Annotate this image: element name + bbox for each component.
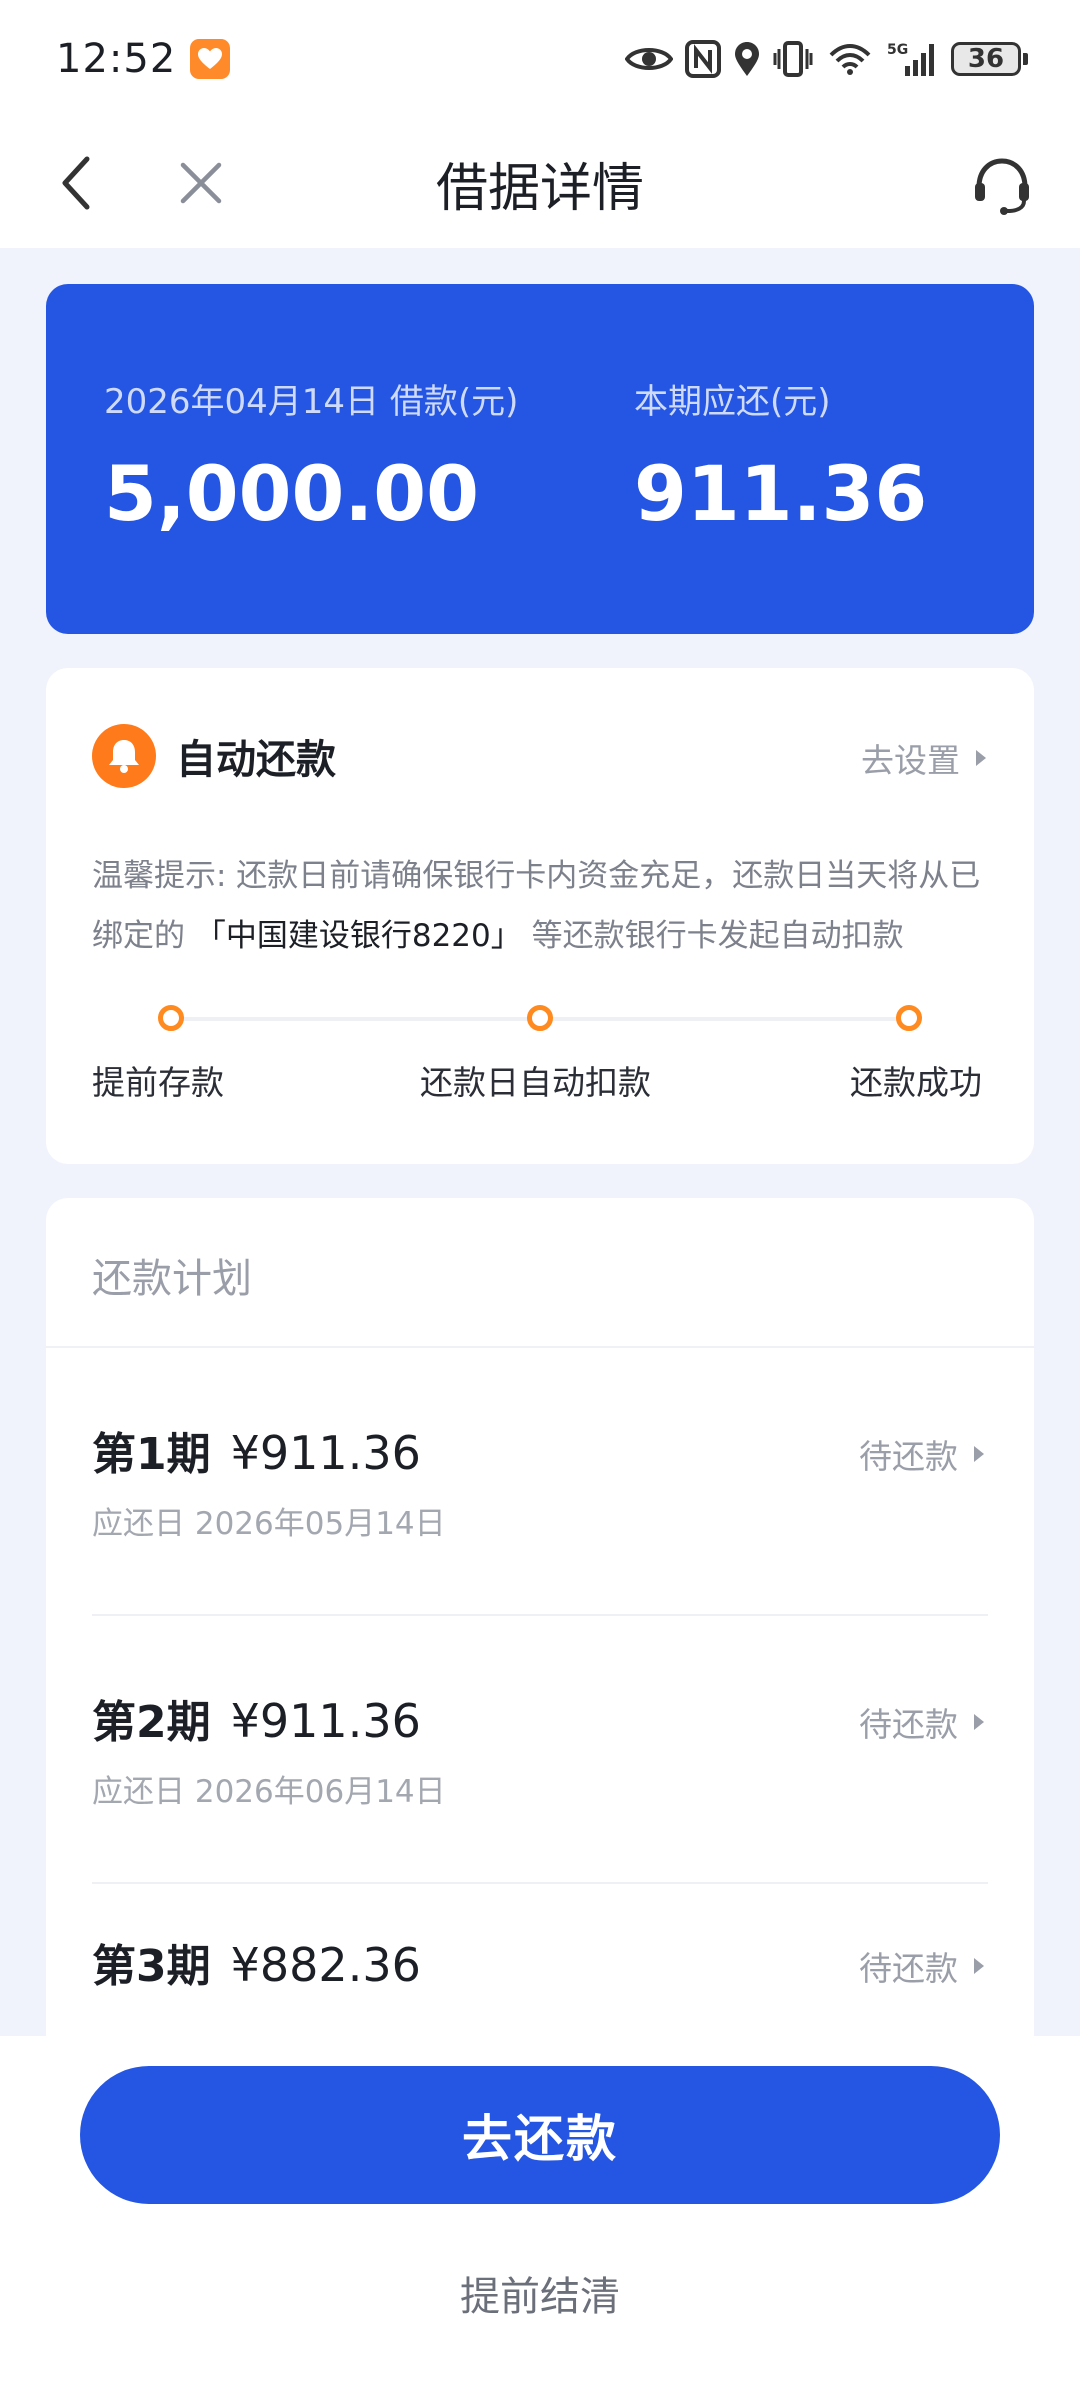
auto-repay-header: 自动还款: [92, 724, 336, 788]
timeline-step-1: 提前存款: [92, 1063, 224, 1102]
customer-service-button[interactable]: [964, 148, 1040, 224]
plan-amount: ¥911.36: [230, 1426, 421, 1480]
plan-title: 还款计划: [92, 1256, 252, 1302]
cellular-signal-icon: 5G: [887, 40, 939, 78]
setting-label: 去设置: [861, 741, 960, 780]
triangle-right-icon: [974, 1446, 984, 1462]
bell-icon: [92, 724, 156, 788]
triangle-right-icon: [974, 1958, 984, 1974]
status-left: 12:52: [56, 36, 231, 82]
auto-repay-tip: 温馨提示: 还款日前请确保银行卡内资金充足，还款日当天将从已绑定的 「中国建设银…: [92, 846, 992, 966]
plan-period: 第1期: [92, 1429, 211, 1480]
vibrate-icon: [773, 41, 813, 77]
plan-item[interactable]: 第2期 ¥911.36 应还日 2026年06月14日 待还款: [92, 1616, 988, 1884]
plan-item[interactable]: 第1期 ¥911.36 应还日 2026年05月14日 待还款: [92, 1348, 988, 1616]
bottom-action-bar: 去还款 提前结清: [0, 2036, 1080, 2388]
current-due-amount: 911.36: [634, 449, 928, 538]
bank-card-name: 「中国建设银行8220」: [194, 918, 522, 954]
plan-period: 第3期: [92, 1941, 211, 1992]
loan-date-label: 2026年04月14日 借款(元): [104, 382, 519, 422]
tip-suffix: 等还款银行卡发起自动扣款: [531, 918, 904, 954]
plan-status-label: 待还款: [859, 1705, 958, 1744]
triangle-right-icon: [974, 1714, 984, 1730]
network-type-label: 5G: [887, 42, 908, 58]
plan-amount: ¥911.36: [230, 1694, 421, 1748]
wifi-icon: [825, 41, 875, 77]
plan-status-label: 待还款: [859, 1949, 958, 1988]
triangle-right-icon: [976, 750, 986, 766]
repay-button[interactable]: 去还款: [80, 2066, 1000, 2204]
auto-repay-setting-link[interactable]: 去设置: [861, 734, 986, 782]
current-due-label: 本期应还(元): [634, 382, 831, 422]
loan-summary-card: 2026年04月14日 借款(元) 5,000.00 本期应还(元) 911.3…: [46, 284, 1034, 634]
current-due-block: 本期应还(元) 911.36: [634, 374, 927, 538]
page-title: 借据详情: [435, 158, 644, 219]
timeline-step-3: 还款成功: [850, 1063, 982, 1102]
plan-period: 第2期: [92, 1697, 211, 1748]
timeline-dot-2: [527, 1005, 553, 1031]
battery-icon: 36: [951, 42, 1028, 76]
loan-amount: 5,000.00: [104, 449, 480, 538]
plan-status: 待还款: [859, 1698, 984, 1746]
nav-bar: 借据详情: [0, 118, 1080, 248]
plan-due-date: 应还日 2026年06月14日: [92, 1774, 446, 1810]
app-notification-icon: [190, 39, 231, 79]
plan-item-main: 第3期 ¥882.36: [92, 1930, 421, 1994]
plan-item-main: 第2期 ¥911.36: [92, 1686, 421, 1750]
headset-icon: [975, 158, 1029, 215]
status-right: 5G 36: [625, 40, 1028, 78]
timeline-step-2: 还款日自动扣款: [420, 1063, 651, 1102]
early-settle-link[interactable]: 提前结清: [0, 2264, 1080, 2322]
plan-status-label: 待还款: [859, 1437, 958, 1476]
status-time: 12:52: [56, 36, 177, 82]
chevron-left-icon: [62, 156, 90, 210]
repayment-plan-card: 还款计划 第1期 ¥911.36 应还日 2026年05月14日 待还款 第2期…: [46, 1198, 1034, 2038]
timeline-dot-3: [896, 1005, 922, 1031]
eye-icon: [625, 43, 673, 75]
back-button[interactable]: [40, 148, 110, 218]
auto-repay-title: 自动还款: [176, 737, 336, 783]
close-button[interactable]: [166, 148, 236, 218]
plan-status: 待还款: [859, 1942, 984, 1990]
auto-repay-card: 自动还款 去设置 温馨提示: 还款日前请确保银行卡内资金充足，还款日当天将从已绑…: [46, 668, 1034, 1164]
battery-tip: [1023, 53, 1028, 65]
location-icon: [733, 41, 761, 77]
nfc-icon: [685, 40, 721, 78]
plan-item-main: 第1期 ¥911.36: [92, 1418, 421, 1482]
loan-amount-block: 2026年04月14日 借款(元) 5,000.00: [104, 374, 518, 538]
close-icon: [180, 162, 222, 204]
timeline-dot-1: [158, 1005, 184, 1031]
battery-level: 36: [951, 42, 1021, 76]
plan-due-date: 应还日 2026年05月14日: [92, 1506, 446, 1542]
plan-amount: ¥882.36: [230, 1938, 421, 1992]
plan-status: 待还款: [859, 1430, 984, 1478]
status-bar: 12:52 5G 36: [0, 0, 1080, 118]
